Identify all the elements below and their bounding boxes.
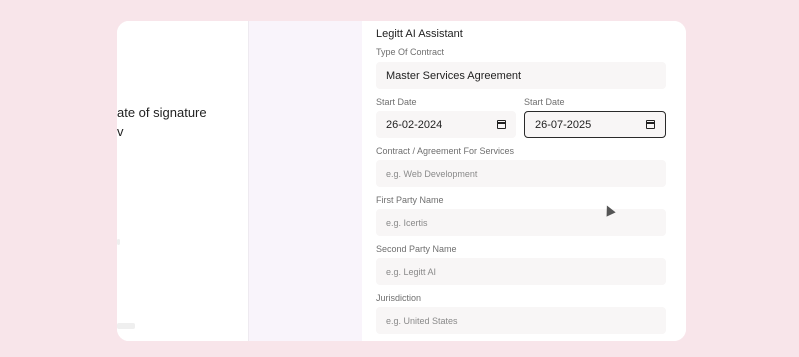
start-date-2-label: Start Date bbox=[524, 97, 565, 107]
second-party-placeholder: e.g. Legitt AI bbox=[386, 266, 437, 277]
jurisdiction-input[interactable]: e.g. United States bbox=[376, 307, 666, 334]
services-placeholder: e.g. Web Development bbox=[386, 168, 478, 179]
document-placeholder-mark bbox=[117, 323, 135, 329]
services-input[interactable]: e.g. Web Development bbox=[376, 160, 666, 187]
start-date-field[interactable]: 26-02-2024 bbox=[376, 111, 516, 138]
contract-type-value: Master Services Agreement bbox=[386, 69, 522, 82]
contract-card: ate of signature v Legitt AI Assistant T… bbox=[117, 21, 686, 341]
document-text-line: v bbox=[117, 124, 124, 139]
second-party-label: Second Party Name bbox=[376, 244, 457, 254]
first-party-input[interactable]: e.g. Icertis bbox=[376, 209, 666, 236]
start-date-2-value: 26-07-2025 bbox=[535, 118, 592, 131]
calendar-icon[interactable] bbox=[497, 120, 506, 129]
contract-type-label: Type Of Contract bbox=[376, 47, 445, 57]
start-date-value: 26-02-2024 bbox=[386, 118, 443, 131]
jurisdiction-placeholder: e.g. United States bbox=[386, 315, 458, 326]
first-party-placeholder: e.g. Icertis bbox=[386, 217, 428, 228]
document-preview: ate of signature v bbox=[117, 21, 248, 341]
services-label: Contract / Agreement For Services bbox=[376, 146, 515, 156]
calendar-icon[interactable] bbox=[646, 120, 655, 129]
document-text-line: ate of signature bbox=[117, 105, 207, 120]
editor-gutter bbox=[248, 21, 363, 341]
jurisdiction-label: Jurisdiction bbox=[376, 293, 422, 303]
assistant-panel: Legitt AI Assistant Type Of Contract Mas… bbox=[362, 21, 686, 341]
second-party-input[interactable]: e.g. Legitt AI bbox=[376, 258, 666, 285]
document-placeholder-mark bbox=[117, 239, 120, 245]
start-date-2-field[interactable]: 26-07-2025 bbox=[524, 111, 666, 138]
first-party-label: First Party Name bbox=[376, 195, 444, 205]
assistant-title: Legitt AI Assistant bbox=[376, 28, 463, 40]
contract-type-field[interactable]: Master Services Agreement bbox=[376, 62, 666, 89]
start-date-label: Start Date bbox=[376, 97, 417, 107]
